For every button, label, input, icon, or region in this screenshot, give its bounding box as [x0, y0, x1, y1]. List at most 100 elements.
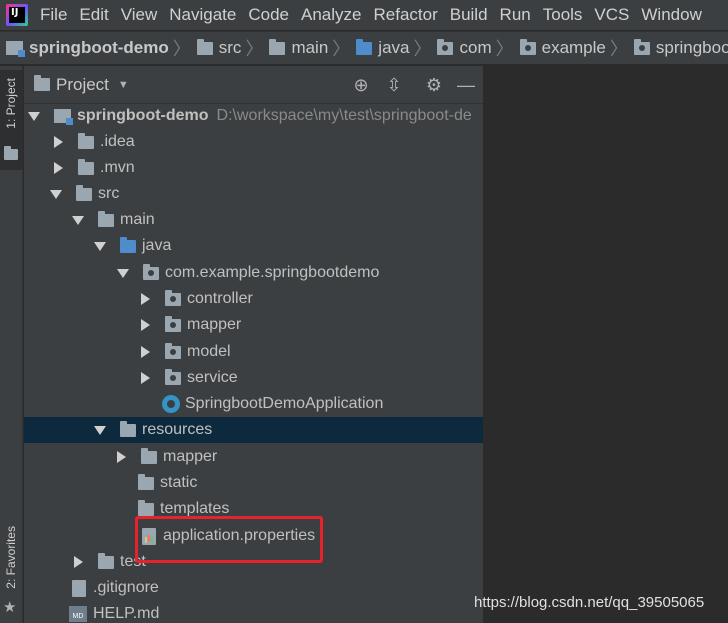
- package-icon: [165, 315, 181, 332]
- tree-item-java[interactable]: java: [24, 233, 483, 259]
- chevron-right-icon: 〉: [609, 39, 628, 59]
- caret-down-icon: ▼: [117, 78, 129, 91]
- file-icon: [72, 579, 86, 597]
- tree-item-root[interactable]: springboot-demo D:\workspace\my\test\spr…: [24, 103, 483, 129]
- package-icon: [165, 289, 181, 306]
- collapse-arrow-icon[interactable]: [54, 136, 63, 148]
- tree-item-service[interactable]: service: [24, 365, 483, 391]
- tree-item-package[interactable]: com.example.springbootdemo: [24, 260, 483, 286]
- expand-arrow-icon[interactable]: [50, 189, 62, 199]
- tree-item-gitignore[interactable]: .gitignore: [24, 575, 483, 601]
- folder-icon: [138, 499, 154, 516]
- watermark: https://blog.csdn.net/qq_39505065: [474, 594, 705, 611]
- gear-icon[interactable]: ⚙: [424, 75, 444, 95]
- collapse-arrow-icon[interactable]: [117, 451, 126, 463]
- crumb-com[interactable]: com: [437, 38, 492, 58]
- folder-icon: [141, 447, 157, 464]
- menu-view[interactable]: View: [121, 5, 158, 25]
- crumb-example[interactable]: example: [519, 38, 606, 58]
- menu-run[interactable]: Run: [500, 5, 531, 25]
- highlight-box: [135, 516, 323, 563]
- editor-area: [485, 66, 728, 623]
- folder-icon: [78, 132, 94, 149]
- chevron-right-icon: 〉: [245, 39, 264, 59]
- intellij-logo-icon: IJ: [6, 4, 28, 26]
- collapse-arrow-icon[interactable]: [141, 346, 150, 358]
- package-icon: [437, 38, 454, 55]
- package-icon: [519, 38, 536, 55]
- menu-vcs[interactable]: VCS: [594, 5, 629, 25]
- expand-arrow-icon[interactable]: [28, 111, 40, 121]
- package-icon: [165, 368, 181, 385]
- folder-icon: [98, 552, 114, 569]
- tree-item-main[interactable]: main: [24, 207, 483, 233]
- chevron-right-icon: 〉: [172, 39, 191, 59]
- source-folder-icon: [120, 236, 136, 253]
- expand-arrow-icon[interactable]: [94, 425, 106, 435]
- project-view-selector[interactable]: Project ▼: [34, 75, 129, 95]
- crumb-project[interactable]: springboot-demo: [6, 38, 169, 58]
- folder-icon: [78, 158, 94, 175]
- project-tool-button[interactable]: 1: Project: [0, 70, 23, 170]
- folder-icon: [34, 75, 50, 91]
- expand-arrow-icon[interactable]: [94, 241, 106, 251]
- tree-item-mapper[interactable]: mapper: [24, 312, 483, 338]
- tree-item-res-mapper[interactable]: mapper: [24, 444, 483, 470]
- menu-navigate[interactable]: Navigate: [169, 5, 236, 25]
- chevron-right-icon: 〉: [332, 39, 351, 59]
- tree-item-src[interactable]: src: [24, 181, 483, 207]
- package-icon: [165, 342, 181, 359]
- expand-arrow-icon[interactable]: [72, 215, 84, 225]
- menu-build[interactable]: Build: [450, 5, 488, 25]
- module-icon: [54, 109, 73, 125]
- panel-title: Project: [56, 74, 109, 94]
- chevron-right-icon: 〉: [495, 39, 514, 59]
- menu-edit[interactable]: Edit: [79, 5, 108, 25]
- minimize-icon[interactable]: —: [456, 75, 476, 95]
- project-path: D:\workspace\my\test\springboot-de: [216, 107, 472, 124]
- breadcrumb: springboot-demo 〉 src 〉 main 〉 java 〉 co…: [0, 31, 728, 65]
- collapse-arrow-icon[interactable]: [74, 556, 83, 568]
- source-folder-icon: [356, 38, 373, 55]
- tree-item-static[interactable]: static: [24, 470, 483, 496]
- tree-item-controller[interactable]: controller: [24, 286, 483, 312]
- tree-item-idea[interactable]: .idea: [24, 129, 483, 155]
- menu-file[interactable]: File: [40, 5, 67, 25]
- crumb-springbootdemo[interactable]: springbootdemo: [633, 38, 728, 58]
- menu-tools[interactable]: Tools: [543, 5, 583, 25]
- crumb-src[interactable]: src: [196, 38, 241, 58]
- tree-item-help[interactable]: MD HELP.md: [24, 601, 483, 623]
- menu-bar: IJ File Edit View Navigate Code Analyze …: [0, 0, 728, 30]
- crumb-java[interactable]: java: [356, 38, 409, 58]
- folder-icon: [76, 184, 92, 201]
- menu-refactor[interactable]: Refactor: [373, 5, 437, 25]
- folder-icon: [196, 38, 213, 55]
- left-tool-stripe: 1: Project 2: Favorites ★: [0, 66, 23, 623]
- module-icon: [6, 41, 25, 57]
- chevron-right-icon: 〉: [413, 39, 432, 59]
- locate-target-icon[interactable]: ⊕: [351, 75, 371, 95]
- tree-item-app-class[interactable]: SpringbootDemoApplication: [24, 391, 483, 417]
- collapse-arrow-icon[interactable]: [54, 162, 63, 174]
- menu-window[interactable]: Window: [641, 5, 701, 25]
- package-icon: [633, 38, 650, 55]
- favorites-tool-label[interactable]: 2: Favorites: [4, 526, 18, 589]
- panel-header: Project ▼ ⊕ ⇳ ⚙ —: [24, 66, 483, 104]
- tree-item-resources[interactable]: resources: [24, 417, 483, 443]
- collapse-all-icon[interactable]: ⇳: [384, 75, 404, 95]
- menu-analyze[interactable]: Analyze: [301, 5, 361, 25]
- spring-class-icon: [162, 395, 180, 413]
- collapse-arrow-icon[interactable]: [141, 372, 150, 384]
- tree-item-model[interactable]: model: [24, 339, 483, 365]
- collapse-arrow-icon[interactable]: [141, 293, 150, 305]
- star-icon[interactable]: ★: [3, 598, 16, 616]
- folder-icon: [138, 473, 154, 490]
- folder-icon: [4, 146, 18, 160]
- collapse-arrow-icon[interactable]: [141, 319, 150, 331]
- resources-folder-icon: [120, 420, 136, 437]
- expand-arrow-icon[interactable]: [117, 268, 129, 278]
- crumb-main[interactable]: main: [269, 38, 328, 58]
- tree-item-mvn[interactable]: .mvn: [24, 155, 483, 181]
- menu-code[interactable]: Code: [248, 5, 289, 25]
- markdown-file-icon: MD: [69, 606, 87, 622]
